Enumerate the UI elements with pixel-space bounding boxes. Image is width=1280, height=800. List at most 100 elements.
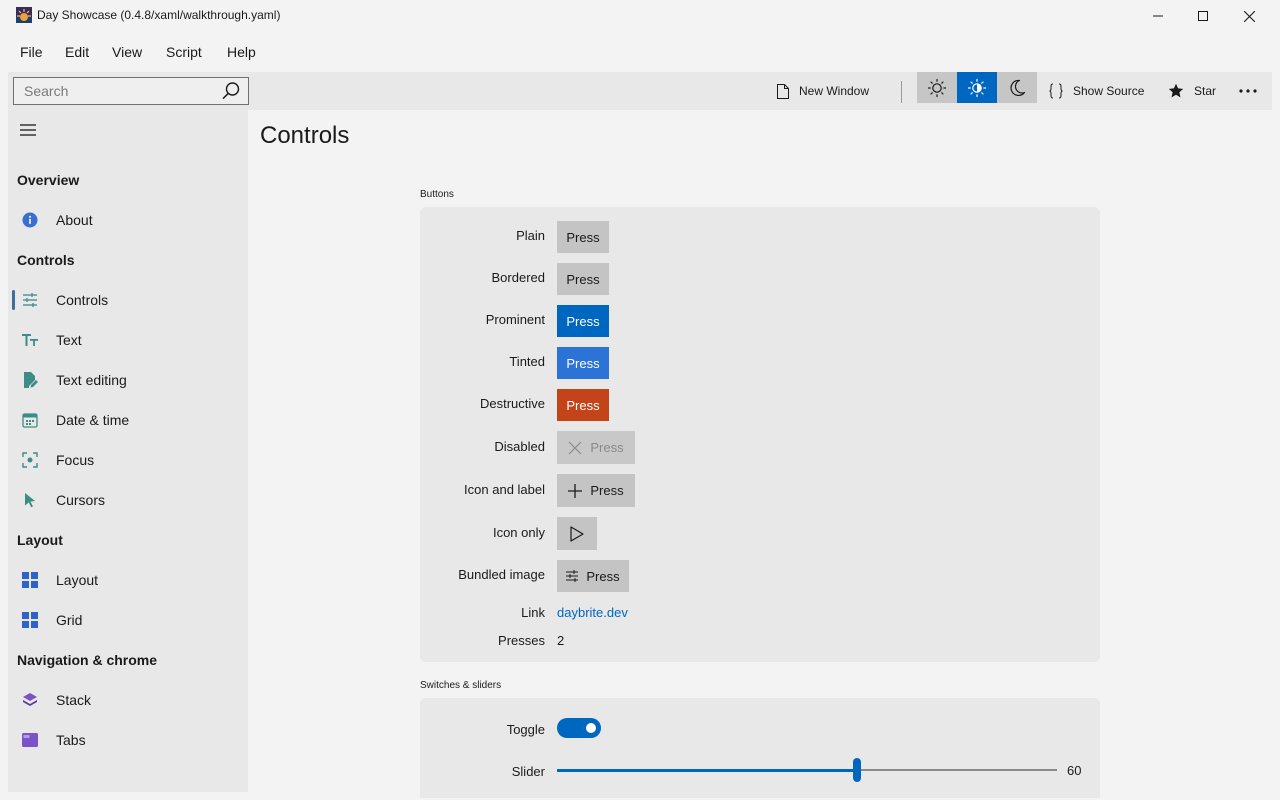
close-icon [1243,10,1255,22]
sidebar-item-label: Controls [56,292,109,308]
row-label-plain: Plain [516,228,545,243]
theme-light-button[interactable] [917,72,957,103]
sliders-icon [23,293,37,307]
menu-help[interactable]: Help [227,44,256,60]
sidebar: Overview About Controls Controls Text Te… [8,110,248,792]
sidebar-item-label: Cursors [56,492,106,508]
website-link[interactable]: daybrite.dev [557,605,628,620]
row-label-slider: Slider [511,764,545,779]
focus-icon [22,452,38,468]
sidebar-item-grid[interactable]: Grid [8,600,248,640]
text-size-icon [22,334,38,346]
bundled-image-button[interactable]: Press [557,560,629,592]
tabs-icon [22,733,38,747]
button-label: Press [566,355,600,371]
search-input[interactable] [14,78,224,104]
button-label: Press [566,313,600,329]
prominent-button[interactable]: Press [557,305,609,337]
sidebar-item-date-time[interactable]: Date & time [8,400,248,440]
destructive-button[interactable]: Press [557,389,609,421]
sliders-icon [566,570,579,582]
slider-thumb[interactable] [853,758,861,782]
toolbar-divider [901,81,902,103]
sidebar-item-label: Date & time [56,412,130,428]
presses-count: 2 [557,633,565,648]
more-options-button[interactable] [1239,72,1267,110]
sidebar-section-controls: Controls [17,252,75,268]
plain-button[interactable]: Press [557,221,609,253]
row-label-prominent: Prominent [485,312,545,327]
sidebar-item-label: Stack [56,692,92,708]
minimize-button[interactable] [1135,0,1181,32]
maximize-button[interactable] [1180,0,1226,32]
active-indicator [12,290,15,310]
buttons-card: Plain Press Bordered Press Prominent Pre… [420,207,1100,662]
tinted-button[interactable]: Press [557,347,609,379]
icon-and-label-button[interactable]: Press [557,474,635,507]
search-icon[interactable] [221,81,241,101]
menu-bar: File Edit View Script Help [0,32,1280,72]
sidebar-item-tabs[interactable]: Tabs [8,720,248,760]
hamburger-menu-icon[interactable] [19,123,37,137]
menu-file[interactable]: File [20,44,43,60]
maximize-icon [1198,11,1208,21]
sun-icon [927,78,947,97]
title-bar: Day Showcase (0.4.8/xaml/walkthrough.yam… [0,0,1280,32]
row-label-bordered: Bordered [491,270,545,285]
show-source-label: Show Source [1073,84,1145,98]
menu-view[interactable]: View [112,44,142,60]
more-dots-icon [1239,89,1257,93]
button-label: Press [586,568,620,584]
main-content: Controls Buttons Plain Press Bordered Pr… [248,110,1272,798]
row-label-link: Link [521,605,545,620]
slider-track[interactable] [557,758,1057,782]
sidebar-item-label: Layout [56,572,99,588]
show-source-button[interactable]: Show Source [1049,72,1144,110]
row-label-destructive: Destructive [479,396,545,411]
sidebar-item-label: Text editing [56,372,127,388]
bordered-button[interactable]: Press [557,263,609,295]
sidebar-item-stack[interactable]: Stack [8,680,248,720]
calendar-icon [22,413,38,428]
menu-script[interactable]: Script [166,44,202,60]
star-label: Star [1194,84,1217,98]
button-label: Press [590,483,624,498]
row-label-disabled: Disabled [494,439,545,454]
slider-value: 60 [1067,763,1082,778]
star-icon [1168,83,1184,98]
sidebar-item-about[interactable]: About [8,200,248,240]
sidebar-section-overview: Overview [17,172,80,188]
theme-auto-button[interactable] [957,72,997,103]
grid-icon [22,612,38,628]
play-button[interactable] [557,517,597,550]
star-button[interactable]: Star [1168,72,1216,110]
sidebar-section-layout: Layout [17,532,63,548]
menu-edit[interactable]: Edit [65,44,89,60]
layout-grid-icon [22,572,38,588]
close-button[interactable] [1226,0,1272,32]
row-label-icon-and-label: Icon and label [464,482,545,497]
new-window-label: New Window [799,84,870,98]
document-edit-icon [24,372,38,388]
page-title: Controls [260,122,350,149]
sidebar-item-cursors[interactable]: Cursors [8,480,248,520]
sidebar-item-focus[interactable]: Focus [8,440,248,480]
toggle-switch[interactable] [557,718,601,738]
row-label-icon-only: Icon only [492,525,545,540]
sidebar-item-label: Tabs [56,732,86,748]
row-label-tinted: Tinted [509,354,545,369]
new-document-icon [777,83,789,99]
group-label-switches: Switches & sliders [420,680,502,691]
sidebar-item-controls[interactable]: Controls [8,280,248,320]
new-window-button[interactable]: New Window [777,72,869,110]
button-label: Press [566,397,600,413]
search-box [13,77,249,105]
sidebar-item-text-editing[interactable]: Text editing [8,360,248,400]
minimize-icon [1153,15,1163,17]
sidebar-item-text[interactable]: Text [8,320,248,360]
switches-card: Toggle Slider 60 [420,698,1100,798]
button-label: Press [566,229,600,245]
braces-icon [1049,83,1063,99]
sidebar-item-layout[interactable]: Layout [8,560,248,600]
theme-dark-button[interactable] [997,72,1037,103]
